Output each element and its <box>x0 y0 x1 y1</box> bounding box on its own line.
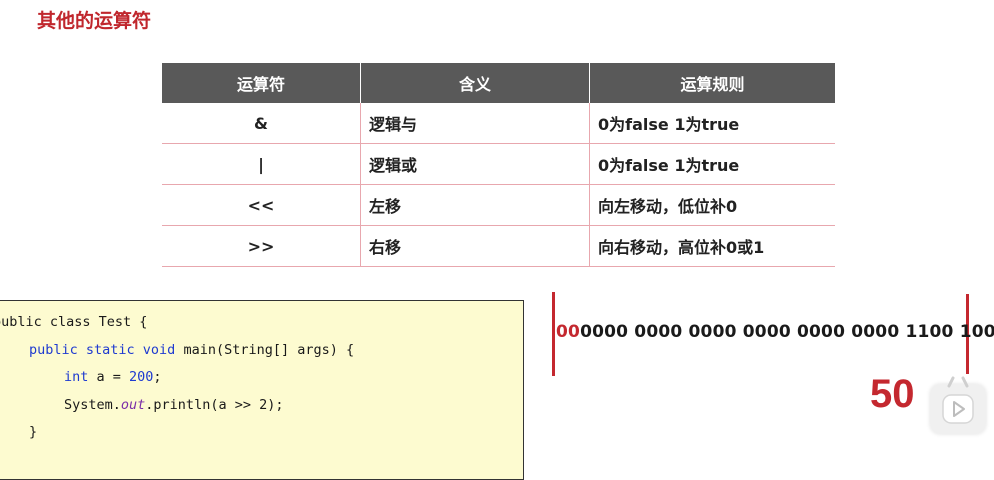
table-row: >> 右移 向右移动，高位补0或1 <box>162 225 835 267</box>
code-line-close-method: } <box>29 423 37 441</box>
code-line-class: public class Test { <box>0 313 147 331</box>
cell-operator: | <box>162 143 361 185</box>
binary-value: 000000 0000 0000 0000 0000 0000 1100 100… <box>556 322 994 342</box>
binary-bits: 0000 0000 0000 0000 0000 0000 1100 1000 <box>580 322 994 342</box>
code-keyword: int <box>64 369 89 385</box>
table-row: & 逻辑与 0为false 1为true <box>162 103 835 144</box>
shift-marker-left <box>552 292 555 376</box>
result-value: 50 <box>870 372 915 416</box>
code-class-decl: public class Test { <box>0 314 148 330</box>
cell-rule: 向右移动，高位补0或1 <box>589 225 835 267</box>
cell-rule: 0为false 1为true <box>589 103 835 144</box>
play-button[interactable] <box>930 376 986 434</box>
cell-meaning: 逻辑或 <box>360 143 590 185</box>
code-number: 200 <box>129 369 154 385</box>
code-line-main: public static void main(String[] args) { <box>29 341 354 359</box>
table-row: | 逻辑或 0为false 1为true <box>162 143 835 185</box>
code-text: a = <box>88 369 130 385</box>
code-text: .println(a >> 2); <box>145 397 284 413</box>
shifted-bits: 00 <box>556 322 581 342</box>
code-keyword: public static void <box>29 342 176 358</box>
code-field: out <box>120 397 146 413</box>
table-row: << 左移 向左移动，低位补0 <box>162 184 835 226</box>
cell-rule: 向左移动，低位补0 <box>589 184 835 226</box>
cell-rule: 0为false 1为true <box>589 143 835 185</box>
cell-meaning: 右移 <box>360 225 590 267</box>
cell-meaning: 左移 <box>360 184 590 226</box>
code-line-close-class: } <box>0 451 1 469</box>
play-button-ears-icon <box>947 376 969 388</box>
code-text: System. <box>64 397 121 413</box>
code-line-declare: int a = 200; <box>64 368 162 386</box>
code-brace: } <box>29 424 38 440</box>
code-line-print: System.out.println(a >> 2); <box>64 396 283 414</box>
cell-operator: & <box>162 103 361 144</box>
code-block: public class Test { public static void m… <box>0 300 524 480</box>
code-text: ; <box>153 369 162 385</box>
cell-meaning: 逻辑与 <box>360 103 590 144</box>
table-header-row: 运算符 含义 运算规则 <box>162 63 835 103</box>
cell-operator: >> <box>162 225 361 267</box>
operator-table: 运算符 含义 运算规则 & 逻辑与 0为false 1为true | 逻辑或 0… <box>162 63 835 267</box>
header-meaning: 含义 <box>360 63 590 103</box>
play-icon <box>942 394 974 424</box>
code-text: main(String[] args) { <box>175 342 355 358</box>
code-brace: } <box>0 452 1 468</box>
header-rule: 运算规则 <box>589 63 835 103</box>
header-operator: 运算符 <box>162 63 361 103</box>
slide-title: 其他的运算符 <box>37 10 152 32</box>
cell-operator: << <box>162 184 361 226</box>
